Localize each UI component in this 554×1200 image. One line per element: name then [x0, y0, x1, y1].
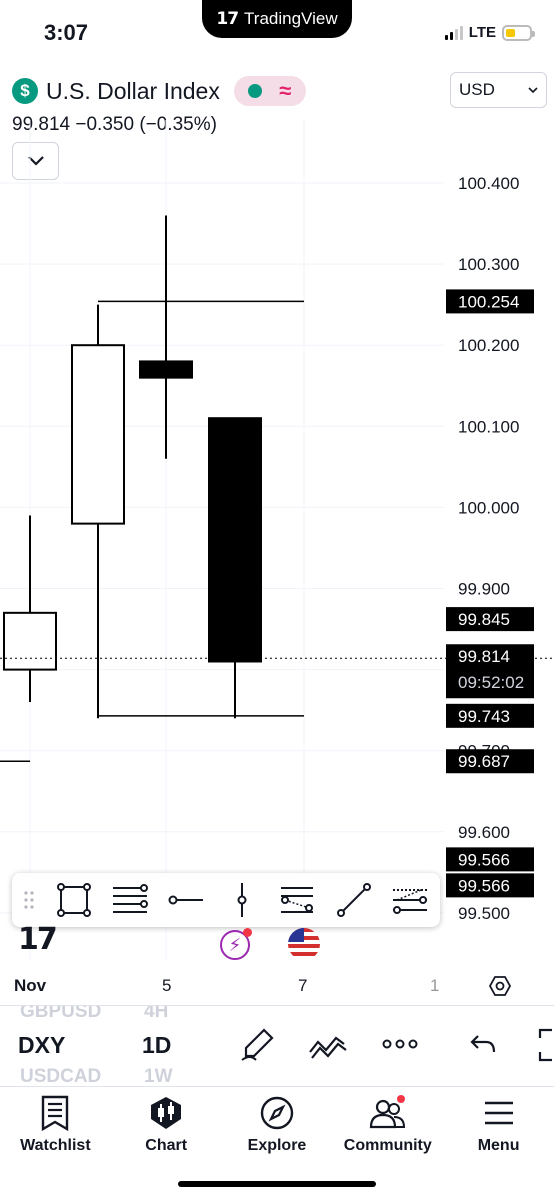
status-icons: LTE: [444, 24, 535, 41]
nav-label: Chart: [145, 1137, 188, 1154]
grip-icon[interactable]: [12, 890, 46, 910]
fib-levels-tool[interactable]: [102, 873, 158, 927]
currency-select[interactable]: USD: [450, 72, 547, 108]
us-flag-icon[interactable]: [288, 928, 320, 960]
interval-next[interactable]: 1W: [144, 1066, 173, 1086]
y-axis-label: 99.500: [458, 904, 510, 923]
undo-icon[interactable]: [470, 1032, 496, 1056]
tv-logo-icon: 𝟭𝟳: [216, 9, 239, 28]
nav-menu[interactable]: Menu: [443, 1087, 554, 1200]
candle-body: [71, 344, 125, 525]
nav-watchlist[interactable]: Watchlist: [0, 1087, 111, 1200]
y-axis-label: 100.000: [458, 498, 519, 517]
fib-levels-icon: [113, 884, 148, 913]
signal-icon: [444, 25, 463, 40]
battery-icon: [502, 24, 535, 41]
dynamic-island: 𝟭𝟳 TradingView: [202, 0, 352, 38]
y-axis-label: 100.200: [458, 336, 519, 355]
price-level-label: 99.845: [458, 610, 510, 629]
time-tick: 1: [430, 976, 440, 995]
market-open-dot-icon: [248, 84, 263, 98]
price-level-label: 99.814: [458, 647, 510, 666]
time-axis[interactable]: Nov 5 7 1: [0, 966, 554, 1006]
price-level-label: 100.254: [458, 292, 519, 311]
home-indicator: [178, 1181, 376, 1187]
currency-value: USD: [459, 80, 495, 99]
status-time: 3:07: [44, 20, 89, 45]
vertical-line-icon: [237, 883, 247, 917]
candle-body: [208, 417, 262, 663]
pen-icon[interactable]: [240, 1026, 276, 1062]
symbol-prev[interactable]: GBPUSD: [20, 1006, 101, 1023]
tradingview-watermark-icon: 𝟭𝟳: [18, 923, 58, 956]
rectangle-icon: [57, 883, 91, 917]
trend-line-tool[interactable]: [326, 873, 382, 927]
vertical-line-tool[interactable]: [214, 873, 270, 927]
app-name: TradingView: [244, 9, 338, 28]
y-axis-label: 100.400: [458, 174, 519, 193]
interval-prev[interactable]: 4H: [144, 1006, 168, 1023]
parallel-channel-tool[interactable]: [382, 873, 438, 927]
watchlist-icon: [42, 1095, 69, 1131]
price-level-label: 99.743: [458, 707, 510, 726]
time-tick: Nov: [14, 976, 47, 995]
trend-line-icon: [337, 883, 371, 917]
symbol-current[interactable]: DXY: [18, 1032, 65, 1059]
nav-label: Community: [343, 1137, 432, 1154]
nav-label: Menu: [477, 1137, 520, 1154]
countdown-label: 09:52:02: [458, 673, 524, 692]
chart-settings-icon[interactable]: [488, 974, 512, 998]
horizontal-ray-icon: [168, 895, 203, 905]
delayed-data-icon: ≈: [279, 78, 292, 103]
market-status-pill[interactable]: ≈: [233, 76, 306, 106]
rectangle-tool[interactable]: [46, 873, 102, 927]
pitchfork-icon: [281, 887, 313, 913]
interval-current[interactable]: 1D: [142, 1032, 171, 1059]
time-tick: 7: [298, 976, 308, 995]
symbol-next[interactable]: USDCAD: [20, 1066, 101, 1086]
menu-icon: [484, 1101, 513, 1125]
price-level-label: 99.566: [458, 876, 510, 895]
network-type: LTE: [468, 24, 496, 41]
nav-label: Explore: [247, 1137, 307, 1154]
y-axis-label: 99.600: [458, 823, 510, 842]
time-tick: 5: [162, 976, 172, 995]
y-axis-label: 100.300: [458, 255, 519, 274]
y-axis-label: 99.900: [458, 580, 510, 599]
news-flash-icon[interactable]: ⚡: [220, 928, 252, 960]
compass-icon: [260, 1096, 294, 1130]
symbol-interval-bar[interactable]: GBPUSD DXY USDCAD 4H 1D 1W: [0, 1006, 554, 1086]
price-level-label: 99.687: [458, 752, 510, 771]
more-icon[interactable]: [382, 1038, 418, 1050]
candle-body: [3, 611, 57, 671]
parallel-channel-icon: [393, 889, 427, 914]
drawing-toolbar[interactable]: [12, 873, 440, 927]
nav-label: Watchlist: [20, 1137, 91, 1154]
candle-body: [139, 360, 193, 379]
horizontal-ray-tool[interactable]: [158, 873, 214, 927]
symbol-name[interactable]: U.S. Dollar Index: [46, 78, 220, 105]
chevron-down-icon: [528, 86, 538, 93]
chart-icon: [151, 1097, 182, 1129]
symbol-header[interactable]: $ U.S. Dollar Index ≈: [12, 76, 306, 106]
fullscreen-icon[interactable]: [538, 1028, 554, 1062]
y-axis-label: 100.100: [458, 417, 519, 436]
community-icon: [369, 1095, 405, 1129]
pitchfork-tool[interactable]: [270, 873, 326, 927]
price-level-label: 99.566: [458, 850, 510, 869]
currency-badge-icon: $: [12, 78, 38, 104]
candlestick-chart[interactable]: 100.400 100.300 100.200 100.100 100.000 99.90…: [0, 120, 554, 960]
indicators-icon[interactable]: [308, 1030, 348, 1060]
